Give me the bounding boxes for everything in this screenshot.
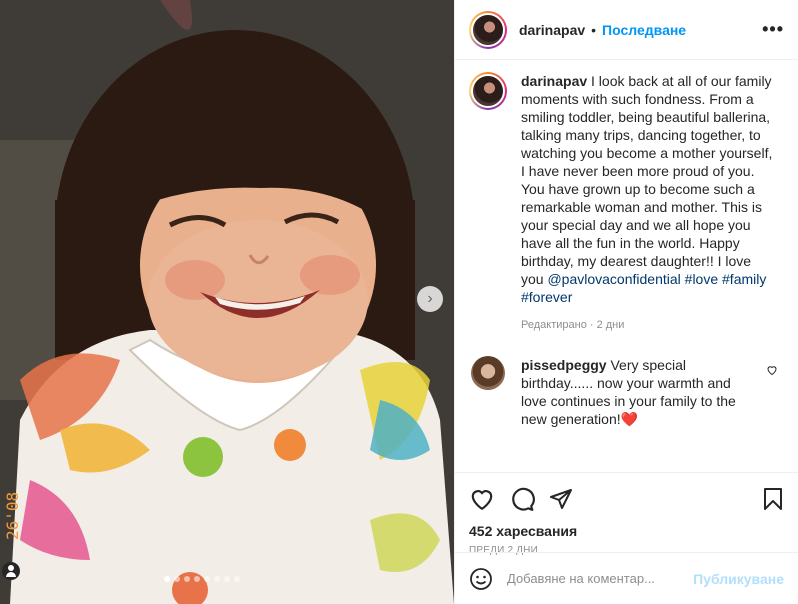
hashtag-love-link[interactable]: #love [685,271,718,287]
heart-emoji-icon: ❤️ [620,411,639,427]
hashtag-family-link[interactable]: #family [722,271,766,287]
caption-text-block: darinapav I look back at all of our fami… [521,72,773,334]
action-icons-row [469,485,784,513]
comment-like-icon[interactable] [766,364,778,376]
photo-date-stamp: 26'08 [3,492,22,540]
carousel-dot [194,576,200,582]
carousel-dot [174,576,180,582]
share-paper-plane-icon[interactable] [549,487,573,511]
comment-bubble-icon[interactable] [509,486,535,512]
add-comment-bar: Публикуване [455,552,798,604]
comment-text-block: pissedpeggy Very special birthday...... … [521,356,757,428]
photo-illustration: 26'08 [0,0,454,604]
author-avatar[interactable] [469,10,507,49]
carousel-dot [234,576,240,582]
post-sidebar: darinapav • Последване ••• darinapav I l… [454,0,798,604]
carousel-dot [164,576,170,582]
commenter-username[interactable]: pissedpeggy [521,357,607,373]
comments-section[interactable]: darinapav I look back at all of our fami… [455,60,798,472]
carousel-dot [214,576,220,582]
post-header: darinapav • Последване ••• [455,0,798,60]
instagram-post-view: 26'08 › darinapav • Последване ••• darin… [0,0,798,604]
comment-item: pissedpeggy Very special birthday...... … [469,356,784,428]
author-username[interactable]: darinapav [519,22,585,38]
tagged-people-icon[interactable] [2,562,20,580]
post-actions: 452 харесвания ПРЕДИ 2 ДНИ [455,472,798,556]
likes-count[interactable]: 452 харесвания [469,523,784,539]
post-caption: darinapav I look back at all of our fami… [469,72,784,334]
header-separator: • [591,21,597,38]
follow-button[interactable]: Последване [602,22,686,38]
caption-username[interactable]: darinapav [521,73,587,89]
carousel-dot [184,576,190,582]
carousel-dot [224,576,230,582]
hashtag-forever-link[interactable]: #forever [521,289,572,305]
carousel-dot [204,576,210,582]
comment-input[interactable] [507,571,694,586]
caption-author-avatar[interactable] [469,72,507,110]
chevron-right-icon: › [427,290,433,307]
caption-mention-link[interactable]: @pavlovaconfidential [547,271,680,287]
carousel-dots [164,576,240,582]
emoji-smiley-icon[interactable] [469,567,493,591]
publish-comment-button[interactable]: Публикуване [693,571,784,587]
more-options-icon[interactable]: ••• [762,19,784,40]
save-bookmark-icon[interactable] [762,487,784,511]
next-slide-button[interactable]: › [417,286,443,312]
like-heart-icon[interactable] [469,486,495,512]
post-photo[interactable]: 26'08 › [0,0,454,604]
caption-text: I look back at all of our family moments… [521,73,773,287]
commenter-avatar[interactable] [471,356,505,390]
caption-edited-meta: Редактирано · 2 дни [521,319,625,331]
